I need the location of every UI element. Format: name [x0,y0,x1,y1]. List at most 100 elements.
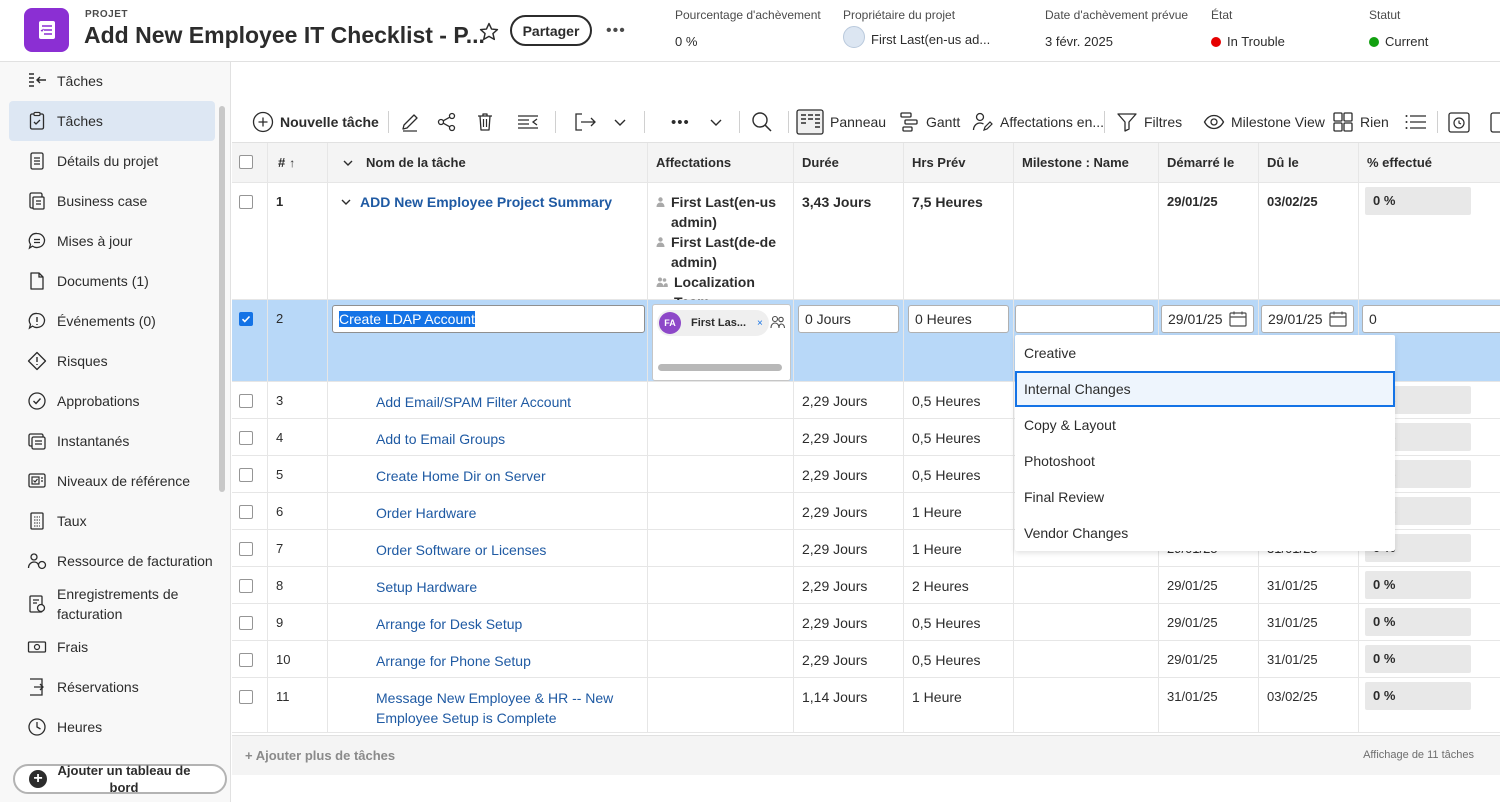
duration-value[interactable]: 2,29 Jours [802,393,867,409]
milestone-option[interactable]: Internal Changes [1015,371,1395,407]
add-team-icon[interactable] [770,315,786,329]
row-checkbox[interactable] [239,468,253,482]
calendar-icon[interactable] [1329,311,1347,327]
start-date-value[interactable]: 31/01/25 [1167,689,1218,704]
due-date-input[interactable]: 29/01/25 [1261,305,1354,333]
task-name-link[interactable]: Order Software or Licenses [376,540,616,560]
delete-trash-icon[interactable] [474,101,496,143]
overflow-panel-icon[interactable] [1490,101,1500,143]
table-row[interactable]: 11 Message New Employee & HR -- New Emplo… [232,678,1500,733]
sidebar-item-events[interactable]: Événements (0) [9,301,215,341]
search-icon[interactable] [750,101,774,143]
sidebar-item-documents[interactable]: Documents (1) [9,261,215,301]
milestone-option[interactable]: Vendor Changes [1015,515,1395,551]
duration-value[interactable]: 2,29 Jours [802,430,867,446]
duration-input[interactable]: 0 Jours [798,305,899,333]
due-date-value[interactable]: 03/02/25 [1267,689,1318,704]
planned-hours-value[interactable]: 1 Heure [912,689,962,705]
filters-button[interactable]: Filtres [1116,101,1182,143]
sidebar-item-hours[interactable]: Heures [9,707,215,747]
percent-complete-value[interactable]: 0 % [1365,645,1471,673]
task-name-link[interactable]: Setup Hardware [376,577,616,597]
task-name-link[interactable]: ADD New Employee Project Summary [360,194,612,210]
start-date-value[interactable]: 29/01/25 [1167,652,1218,667]
duration-value[interactable]: 2,29 Jours [802,615,867,631]
share-button[interactable]: Partager [510,15,592,46]
col-start-date[interactable]: Démarré le [1159,143,1259,182]
sidebar-item-billing-records[interactable]: Enregistrements de facturation [9,581,215,627]
sidebar-item-tasks[interactable]: Tâches [9,101,215,141]
task-name-link[interactable]: Message New Employee & HR -- New Employe… [376,688,616,728]
row-checkbox[interactable] [239,505,253,519]
more-options-icon[interactable]: ••• [671,101,690,143]
duration-value[interactable]: 1,14 Jours [802,689,867,705]
project-status[interactable]: Statut Current [1369,8,1428,49]
task-name-link[interactable]: Order Hardware [376,503,616,523]
favorite-star-icon[interactable] [478,21,500,43]
milestone-option[interactable]: Creative [1015,335,1395,371]
assignment-editor[interactable]: FA First Las... × [652,304,791,381]
task-name-link[interactable]: Add Email/SPAM Filter Account [376,392,616,412]
more-actions-icon[interactable]: ••• [606,22,626,40]
row-checkbox-checked[interactable] [239,312,253,326]
assignee-entry[interactable]: First Last(de-de admin) [656,232,785,272]
col-percent-complete[interactable]: % effectué [1359,143,1500,182]
planned-hours-value[interactable]: 0,5 Heures [912,615,980,631]
collapse-all-chevron-icon[interactable] [342,157,354,169]
indent-icon[interactable] [516,101,540,143]
assignments-cell[interactable] [648,604,794,640]
board-view-button[interactable]: Panneau [796,101,886,143]
assignments-cell[interactable] [648,493,794,529]
calendar-icon[interactable] [1229,311,1247,327]
task-name-link[interactable]: Add to Email Groups [376,429,616,449]
col-due-date[interactable]: Dû le [1259,143,1359,182]
col-assignments[interactable]: Affectations [648,143,794,182]
table-row[interactable]: 8 Setup Hardware 2,29 Jours 2 Heures 29/01/2… [232,567,1500,604]
milestone-cell[interactable] [1014,183,1159,299]
add-more-tasks-link[interactable]: + Ajouter plus de tâches [245,748,395,763]
assignments-cell[interactable] [648,678,794,732]
list-view-icon[interactable] [1404,101,1428,143]
sidebar-item-baselines[interactable]: Niveaux de référence [9,461,215,501]
percent-complete-value[interactable]: 0 % [1365,608,1471,636]
sidebar-item-updates[interactable]: Mises à jour [9,221,215,261]
sidebar-item-rates[interactable]: Taux [9,501,215,541]
condition-value[interactable]: In Trouble [1227,34,1285,49]
planned-hours-value[interactable]: 0,5 Heures [912,430,980,446]
row-checkbox[interactable] [239,616,253,630]
assignment-scrollbar[interactable] [658,364,782,371]
milestone-view-button[interactable]: Milestone View [1203,101,1325,143]
milestone-cell[interactable] [1014,604,1159,640]
assignee-entry[interactable]: First Last(en-us admin) [656,192,785,232]
sidebar-item-reservations[interactable]: Réservations [9,667,215,707]
sidebar-item-business-case[interactable]: Business case [9,181,215,221]
planned-hours-value[interactable]: 1 Heure [912,541,962,557]
milestone-cell[interactable] [1014,641,1159,677]
duration-value[interactable]: 3,43 Jours [802,194,871,210]
share-icon[interactable] [436,101,458,143]
sidebar-item-expenses[interactable]: Frais [9,627,215,667]
percent-complete-value[interactable]: 0 % [1365,571,1471,599]
assignments-cell[interactable] [648,530,794,566]
percent-complete-value[interactable]: 0 % [1365,682,1471,710]
planned-hours-value[interactable]: 0,5 Heures [912,467,980,483]
milestone-option[interactable]: Photoshoot [1015,443,1395,479]
due-date-value[interactable]: 31/01/25 [1267,578,1318,593]
assignments-cell[interactable] [648,419,794,455]
collapse-nav-button[interactable]: Tâches [28,72,103,90]
assignments-cell[interactable] [648,382,794,418]
milestone-dropdown[interactable]: Creative Internal Changes Copy & Layout Pho… [1015,335,1395,551]
task-name-link[interactable]: Create Home Dir on Server [376,466,616,486]
assignee-chip[interactable]: FA First Las... × [657,310,769,336]
edit-pencil-icon[interactable] [399,101,421,143]
table-row[interactable]: 1 ADD New Employee Project Summary First… [232,183,1500,310]
assignments-cell[interactable] [648,567,794,603]
due-date-value[interactable]: 03/02/25 [1267,194,1318,209]
move-options-chevron-icon[interactable] [613,101,627,143]
planned-hours-value[interactable]: 2 Heures [912,578,969,594]
project-owner-value[interactable]: First Last(en-us ad... [871,32,990,47]
row-checkbox[interactable] [239,431,253,445]
due-date-value[interactable]: 31/01/25 [1267,652,1318,667]
planned-hours-value[interactable]: 7,5 Heures [912,194,983,210]
new-task-button[interactable]: Nouvelle tâche [252,101,379,143]
